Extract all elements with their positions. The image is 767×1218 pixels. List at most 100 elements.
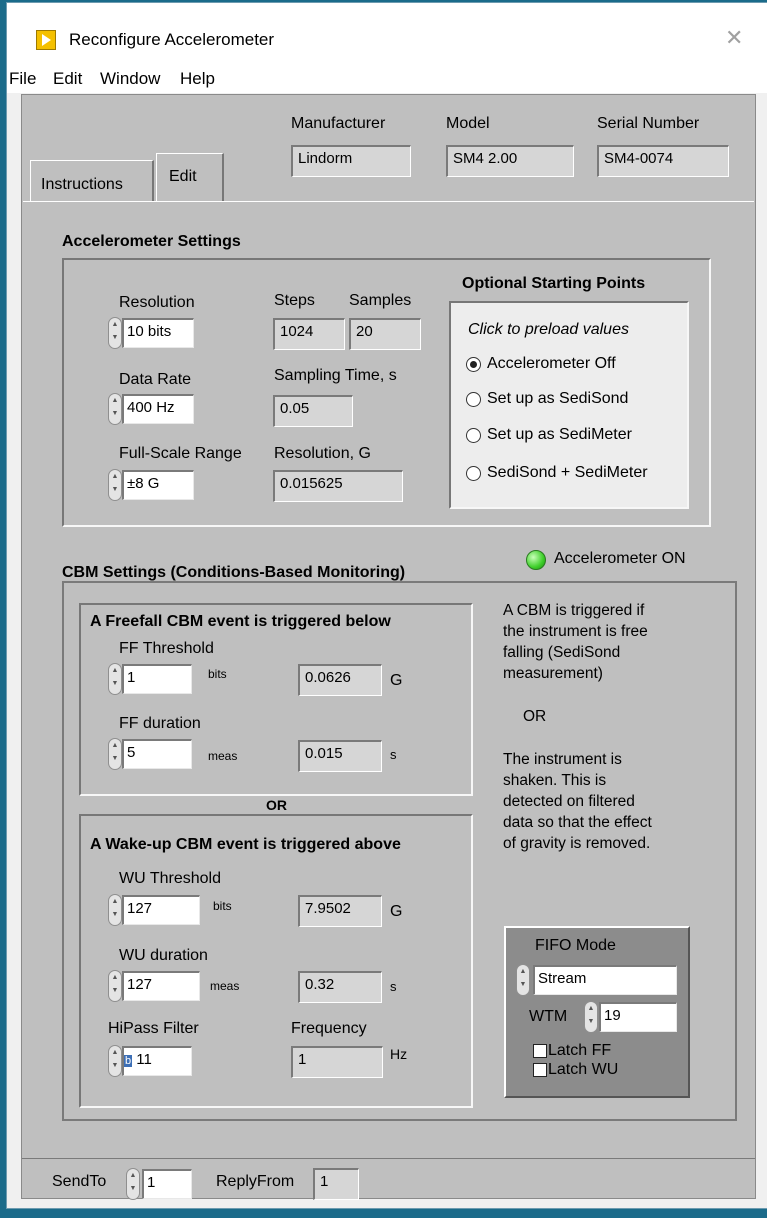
steps-indicator: 1024 [273,318,345,350]
front-panel: Manufacturer Lindorm Model SM4 2.00 Seri… [21,94,756,1200]
ff-threshold-label: FF Threshold [119,640,214,657]
resolution-label: Resolution [119,294,195,311]
ff-threshold-unit: bits [208,667,227,681]
full-scale-range-spinner[interactable]: ▲ ▼ [108,469,122,501]
wu-duration-s-unit: s [390,979,397,994]
cbm-settings-heading: CBM Settings (Conditions-Based Monitorin… [62,564,406,581]
title-bar: Reconfigure Accelerometer ✕ [7,3,767,63]
explanation-line: A CBM is triggered if [503,602,645,619]
menu-window[interactable]: Window [100,69,160,89]
wakeup-heading: A Wake-up CBM event is triggered above [90,836,401,853]
sendto-spinner[interactable]: ▲ ▼ [126,1168,140,1200]
data-rate-spinner[interactable]: ▲ ▼ [108,393,122,425]
latch-wu-checkbox[interactable] [533,1063,547,1077]
fifo-group: FIFO Mode ▲ ▼ Stream WTM ▲ ▼ 19 Latch FF L… [504,926,690,1098]
full-scale-range-input[interactable]: ±8 G [122,470,194,500]
frequency-indicator: 1 [291,1046,383,1078]
ff-threshold-input[interactable]: 1 [122,664,192,694]
explanation-line: The instrument is [503,751,622,768]
wtm-input[interactable]: 19 [599,1002,677,1032]
serial-number-indicator: SM4-0074 [597,145,729,177]
ff-duration-unit: meas [208,749,238,763]
resolution-g-indicator: 0.015625 [273,470,403,502]
footer-divider [22,1158,755,1159]
ff-duration-input[interactable]: 5 [122,739,192,769]
tab-instructions[interactable]: Instructions [30,160,154,202]
ff-threshold-spinner[interactable]: ▲ ▼ [108,663,122,695]
radio-sedisond-sedimeter[interactable] [466,466,481,481]
ff-duration-s-unit: s [390,747,397,762]
steps-label: Steps [274,292,315,309]
app-window: Reconfigure Accelerometer ✕ File Edit Wi… [6,2,767,1209]
wu-threshold-label: WU Threshold [119,870,221,887]
fifo-mode-label: FIFO Mode [535,937,616,954]
frequency-unit: Hz [390,1046,408,1062]
radio-sedisond[interactable] [466,392,481,407]
cbm-or-label: OR [266,797,287,813]
resolution-g-label: Resolution, G [274,445,371,462]
wu-threshold-g-indicator: 7.9502 [298,895,382,927]
ff-duration-s-indicator: 0.015 [298,740,382,772]
explanation-or: OR [523,708,547,725]
full-scale-range-label: Full-Scale Range [119,445,242,462]
replyfrom-indicator: 1 [313,1168,359,1200]
resolution-spinner[interactable]: ▲ ▼ [108,317,122,349]
wtm-label: WTM [529,1008,568,1025]
hipass-filter-label: HiPass Filter [108,1020,199,1037]
radio-accelerometer-off[interactable] [466,357,481,372]
accelerometer-on-label: Accelerometer ON [554,550,686,567]
hipass-filter-spinner[interactable]: ▲ ▼ [108,1045,122,1077]
ff-threshold-g-indicator: 0.0626 [298,664,382,696]
frequency-label: Frequency [291,1020,367,1037]
wu-duration-label: WU duration [119,947,208,964]
preload-hint: Click to preload values [468,321,629,338]
accelerometer-on-led[interactable] [526,550,546,570]
hipass-filter-input[interactable]: b 11 [122,1046,192,1076]
wu-duration-spinner[interactable]: ▲ ▼ [108,970,122,1002]
data-rate-input[interactable]: 400 Hz [122,394,194,424]
radio-accelerometer-off-label: Accelerometer Off [487,355,616,372]
serial-number-label: Serial Number [597,115,700,132]
radio-sedisond-sedimeter-label: SediSond + SediMeter [487,464,648,481]
ff-duration-spinner[interactable]: ▲ ▼ [108,738,122,770]
sendto-input[interactable]: 1 [142,1169,192,1199]
accelerometer-settings-heading: Accelerometer Settings [62,233,241,250]
wtm-spinner[interactable]: ▲ ▼ [584,1001,598,1033]
menu-edit[interactable]: Edit [53,69,82,89]
latch-ff-label: Latch FF [548,1042,612,1059]
wu-threshold-g-unit: G [390,903,403,920]
replyfrom-label: ReplyFrom [216,1173,295,1190]
menu-file[interactable]: File [9,69,36,89]
fifo-mode-input[interactable]: Stream [533,965,677,995]
labview-app-icon [36,30,56,50]
sendto-label: SendTo [52,1173,107,1190]
close-icon[interactable]: ✕ [725,25,743,51]
tab-edit-label: Edit [169,168,197,185]
wu-threshold-spinner[interactable]: ▲ ▼ [108,894,122,926]
wu-duration-s-indicator: 0.32 [298,971,382,1003]
menu-help[interactable]: Help [180,69,215,89]
tab-edit[interactable]: Edit [156,153,224,202]
explanation-line: of gravity is removed. [503,835,651,852]
explanation-line: detected on filtered [503,793,635,810]
window-title: Reconfigure Accelerometer [69,30,275,49]
explanation-spacer [503,727,652,749]
resolution-input[interactable]: 10 bits [122,318,194,348]
optional-starting-points-heading: Optional Starting Points [462,275,646,292]
radio-sedimeter[interactable] [466,428,481,443]
model-indicator: SM4 2.00 [446,145,574,177]
radio-sedimeter-label: Set up as SediMeter [487,426,632,443]
sampling-time-label: Sampling Time, s [274,367,397,384]
latch-ff-checkbox[interactable] [533,1044,547,1058]
fifo-mode-spinner[interactable]: ▲ ▼ [516,964,530,996]
explanation-line: measurement) [503,665,603,682]
model-label: Model [446,115,490,132]
ff-duration-label: FF duration [119,715,201,732]
menu-bar: File Edit Window Help [7,63,767,93]
wu-threshold-input[interactable]: 127 [122,895,200,925]
samples-indicator: 20 [349,318,421,350]
optional-starting-points-box: Click to preload values Accelerometer Of… [449,301,689,509]
wu-duration-input[interactable]: 127 [122,971,200,1001]
explanation-line: the instrument is free [503,623,648,640]
freefall-heading: A Freefall CBM event is triggered below [90,613,391,630]
